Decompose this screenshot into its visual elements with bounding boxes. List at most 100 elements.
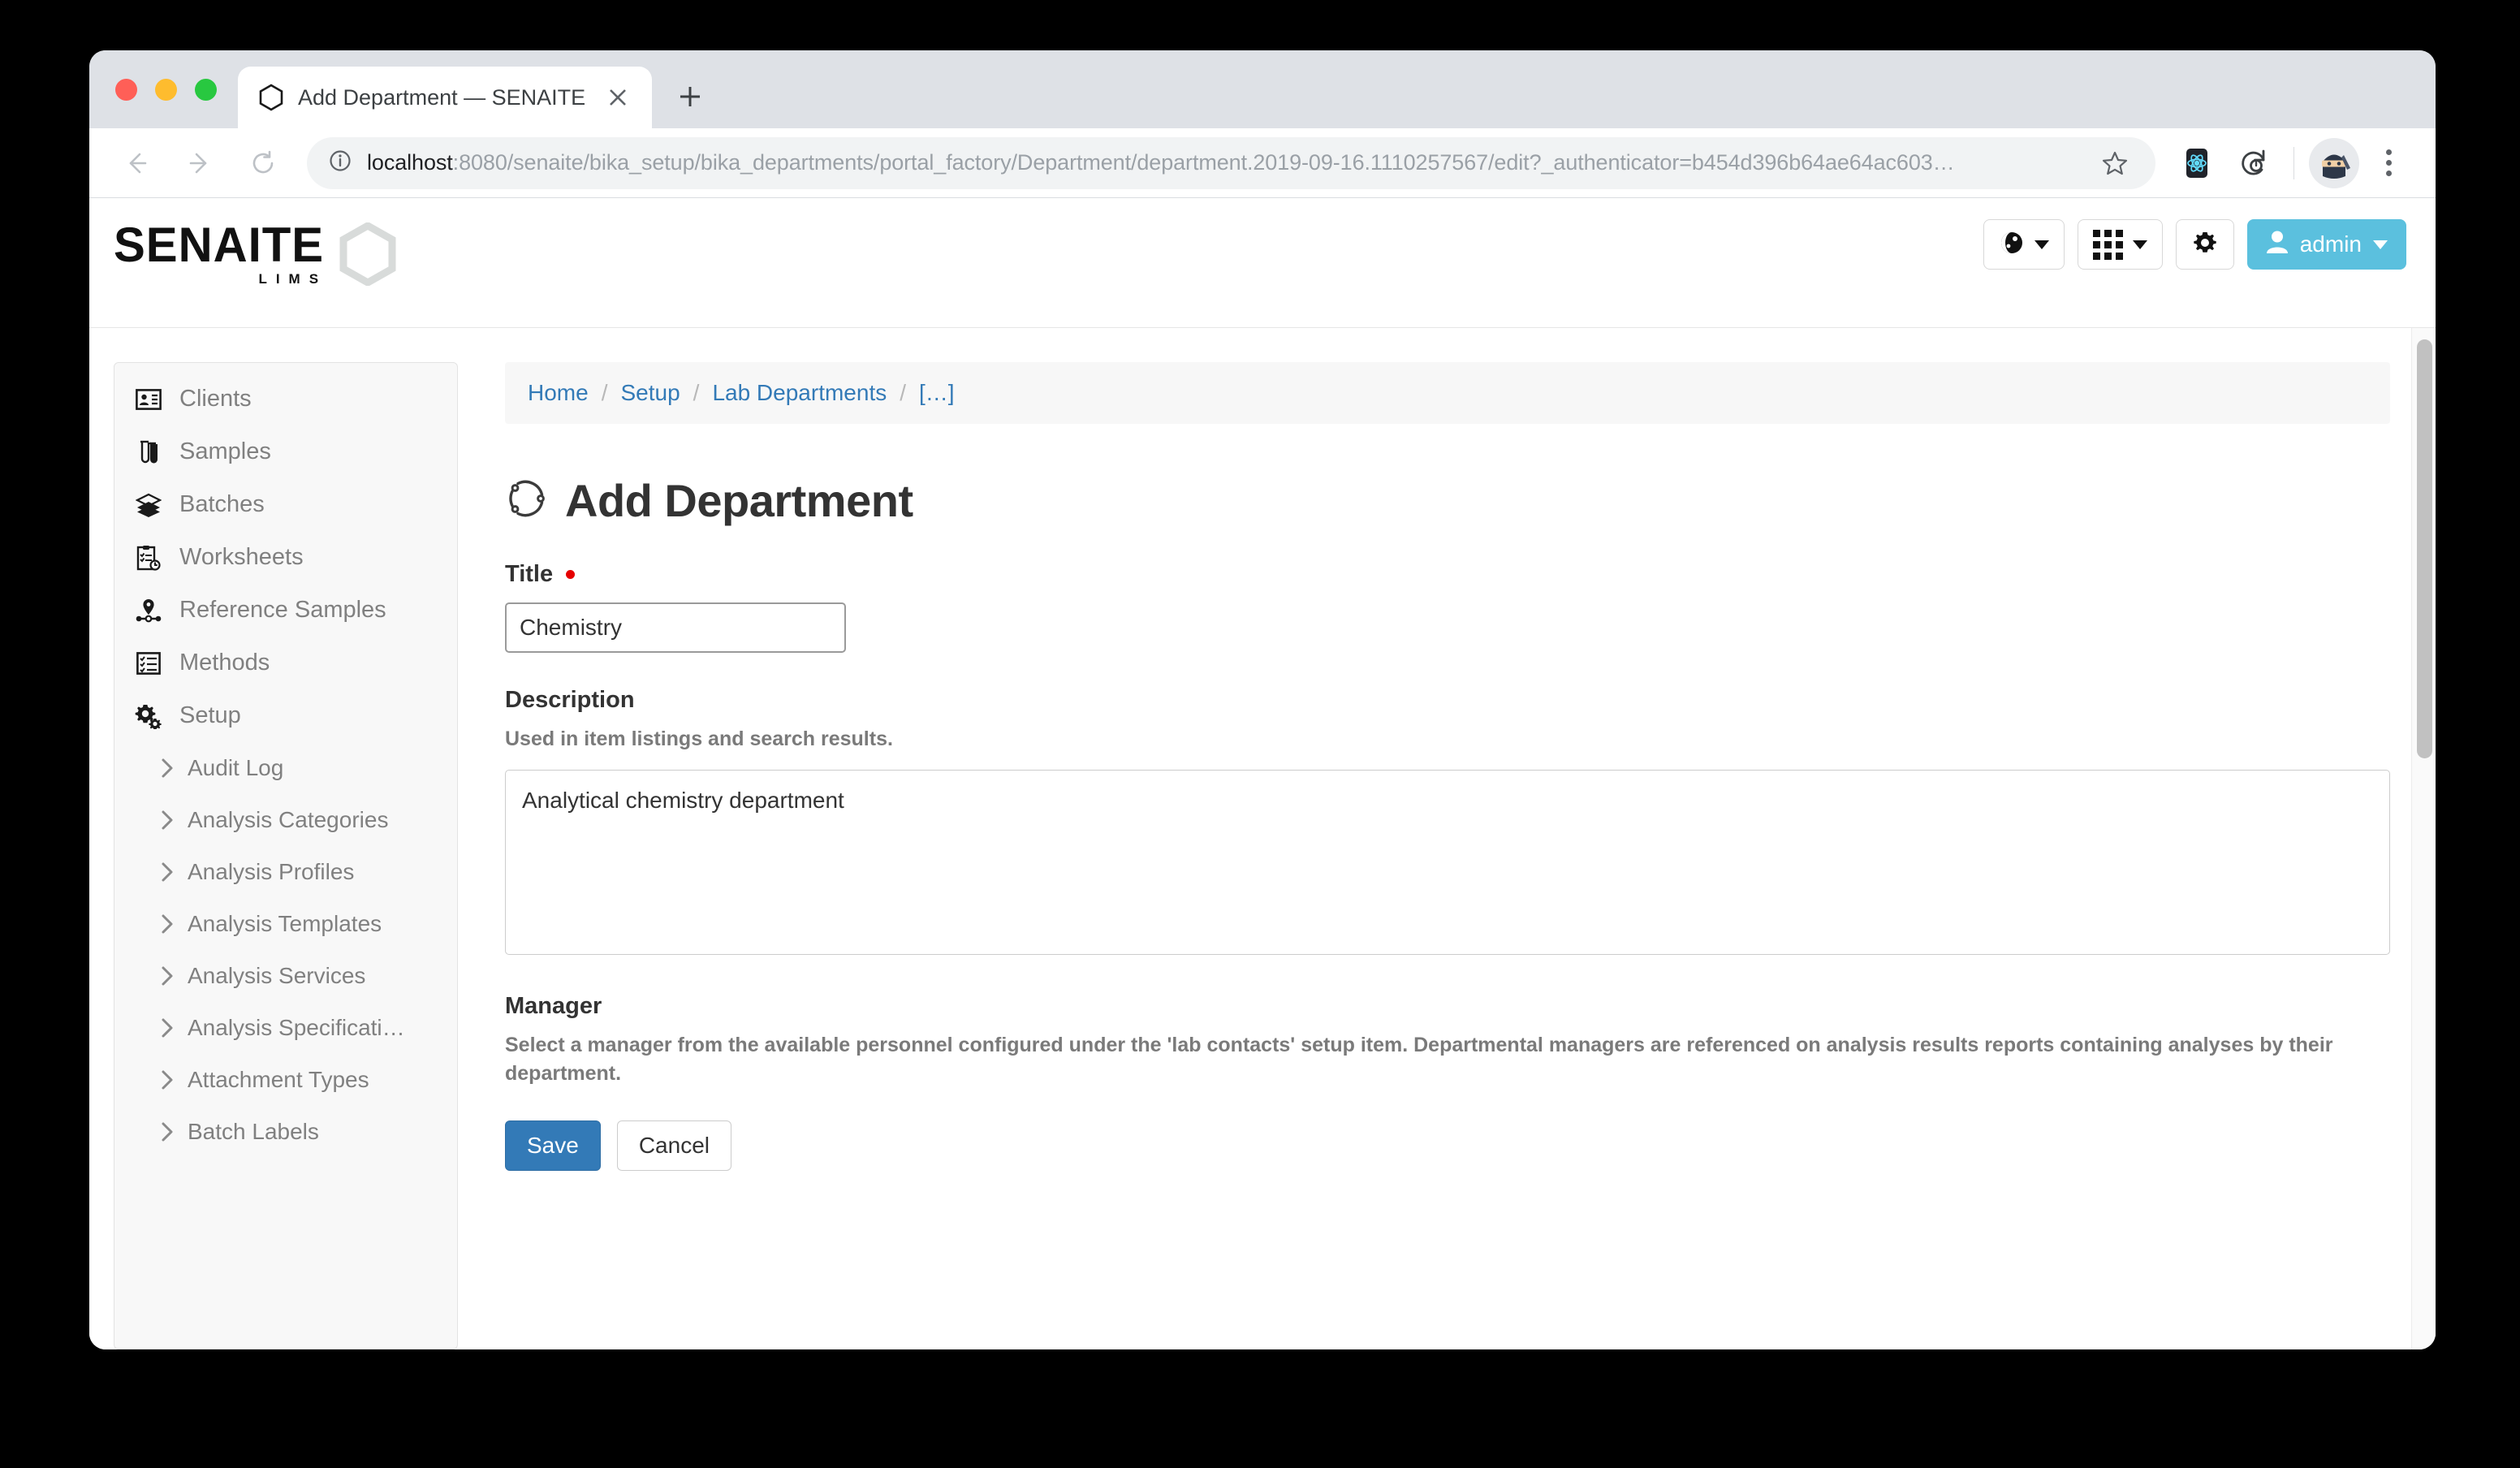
title-input[interactable] [505,602,846,653]
hexagon-outline-icon [339,221,397,290]
field-description-label: Description [505,687,2390,714]
clipboard-clock-icon [134,545,163,571]
chevron-down-icon [2034,240,2049,249]
star-icon[interactable] [2092,140,2138,186]
logo-subtitle: LIMS [258,271,328,287]
page-title: Add Department [505,474,2390,527]
sidebar-subitem-analysis-profiles[interactable]: Analysis Profiles [114,846,457,898]
scrollbar-thumb[interactable] [2417,339,2432,758]
layers-icon [134,493,163,517]
sidebar-item-setup[interactable]: Setup [114,689,457,742]
cancel-button[interactable]: Cancel [616,1120,731,1171]
browser-extensions [2172,137,2411,188]
close-window-button[interactable] [115,78,137,101]
chevron-right-icon [160,861,175,883]
chevron-right-icon [160,965,175,987]
address-bar-url: localhost:8080/senaite/bika_setup/bika_d… [367,150,2078,175]
page-scrollbar[interactable] [2411,328,2436,1349]
sidebar-subitem-analysis-specifications[interactable]: Analysis Specificati… [114,1002,457,1054]
field-manager-label-text: Manager [505,993,602,1019]
sidebar-subitem-label: Attachment Types [188,1067,369,1092]
sidebar-subitem-attachment-types[interactable]: Attachment Types [114,1054,457,1106]
chevron-right-icon [160,1121,175,1142]
save-button[interactable]: Save [505,1120,601,1171]
loading-spinner-icon [505,477,547,524]
id-card-icon [134,388,163,410]
field-description-label-text: Description [505,687,635,713]
app-header: SENAITE LIMS admin [89,198,2436,328]
sidebar-item-clients[interactable]: Clients [114,373,457,425]
breadcrumb-item-current[interactable]: […] [919,380,955,406]
apps-selector[interactable] [2077,219,2163,270]
chevron-right-icon [160,1017,175,1038]
breadcrumb-separator: / [693,380,700,405]
breadcrumb-item-home[interactable]: Home [528,380,589,406]
browser-window: Add Department — SENAITE localhost:8080/… [89,50,2436,1349]
sidebar-item-worksheets[interactable]: Worksheets [114,531,457,584]
reload-icon[interactable] [234,134,292,192]
close-icon[interactable] [600,80,636,115]
browser-tab[interactable]: Add Department — SENAITE [238,67,653,128]
sidebar-item-reference-samples[interactable]: Reference Samples [114,584,457,637]
cogs-icon [134,703,163,729]
browser-tabstrip: Add Department — SENAITE [89,50,2436,128]
language-selector[interactable] [1983,219,2065,270]
settings-button[interactable] [2175,219,2234,270]
window-traffic-lights [89,50,238,128]
field-title-label: Title [505,561,2390,588]
sidebar-subitem-audit-log[interactable]: Audit Log [114,742,457,794]
sidebar-item-label: Clients [179,386,252,412]
sidebar-subitem-analysis-categories[interactable]: Analysis Categories [114,794,457,846]
sidebar-subitem-batch-labels[interactable]: Batch Labels [114,1106,457,1158]
field-title-label-text: Title [505,561,554,587]
sidebar-subitem-analysis-services[interactable]: Analysis Services [114,950,457,1002]
breadcrumb-separator: / [900,380,907,405]
sidebar-item-label: Worksheets [179,544,304,570]
main-content: Home / Setup / Lab Departments / […] Add… [458,328,2436,1349]
header-actions: admin [1983,219,2406,270]
sidebar-item-label: Samples [179,438,271,464]
sidebar-item-label: Reference Samples [179,597,386,623]
react-devtools-icon[interactable] [2172,138,2222,188]
maximize-window-button[interactable] [195,78,217,101]
sidebar-subitem-label: Analysis Templates [188,911,382,936]
field-manager-label: Manager [505,993,2390,1020]
user-menu[interactable]: admin [2246,219,2406,270]
sidebar-item-label: Methods [179,650,270,676]
checklist-icon [134,651,163,675]
ninja-avatar-icon[interactable] [2309,137,2359,188]
breadcrumb-item-setup[interactable]: Setup [620,380,680,406]
arrow-left-icon[interactable] [107,134,166,192]
sidebar-item-batches[interactable]: Batches [114,478,457,531]
field-manager: Manager Select a manager from the availa… [505,993,2390,1088]
description-textarea[interactable] [505,770,2390,955]
globe-icon [1999,230,2025,260]
field-title: Title [505,561,2390,653]
plus-icon[interactable] [665,71,715,122]
chevron-right-icon [160,758,175,779]
chevron-right-icon [160,810,175,831]
chevron-down-icon [2132,240,2147,249]
chevron-right-icon [160,913,175,935]
browser-toolbar: localhost:8080/senaite/bika_setup/bika_d… [89,128,2436,198]
minimize-window-button[interactable] [155,78,177,101]
senaite-logo[interactable]: SENAITE LIMS [114,221,397,290]
grid-icon [2092,229,2123,260]
address-bar[interactable]: localhost:8080/senaite/bika_setup/bika_d… [307,136,2155,189]
sidebar-subitem-analysis-templates[interactable]: Analysis Templates [114,898,457,950]
sidebar-subitem-label: Audit Log [188,755,284,780]
sidebar-item-methods[interactable]: Methods [114,637,457,689]
sidebar-item-samples[interactable]: Samples [114,425,457,478]
arrow-right-icon[interactable] [170,134,229,192]
logo-wordmark: SENAITE [114,218,325,272]
field-manager-help: Select a manager from the available pers… [505,1034,2333,1085]
info-circle-icon[interactable] [328,149,352,177]
breadcrumb: Home / Setup / Lab Departments / […] [505,362,2390,424]
kebab-menu-icon[interactable] [2366,138,2411,188]
form-actions: Save Cancel [505,1120,2390,1171]
sidebar-item-label: Batches [179,491,265,517]
refresh-sync-icon[interactable] [2229,138,2279,188]
user-icon [2266,230,2289,260]
breadcrumb-item-lab-departments[interactable]: Lab Departments [712,380,887,406]
sidebar-subitem-label: Batch Labels [188,1119,319,1144]
